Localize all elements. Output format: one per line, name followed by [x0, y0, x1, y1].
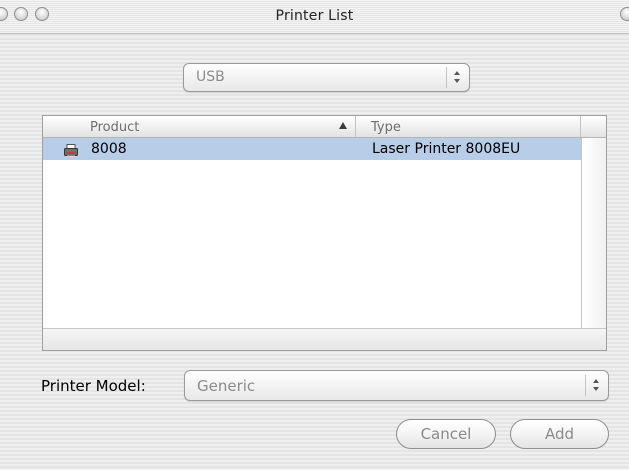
- horizontal-scrollbar[interactable]: [43, 328, 606, 350]
- column-header-corner: [581, 116, 606, 137]
- stepper-down-arrow-icon: [593, 387, 599, 391]
- printer-icon: [64, 142, 78, 157]
- add-button[interactable]: Add: [510, 419, 609, 449]
- stepper-up-arrow-icon: [454, 71, 460, 75]
- connection-type-popup[interactable]: USB: [183, 63, 470, 92]
- printer-list-window: Printer List USB Product Type 8008 Laser…: [0, 0, 629, 470]
- stepper-up-arrow-icon: [593, 379, 599, 383]
- title-bar[interactable]: Printer List: [0, 0, 629, 34]
- cancel-button[interactable]: Cancel: [396, 419, 496, 449]
- type-cell: Laser Printer 8008EU: [372, 141, 521, 157]
- column-header-type[interactable]: Type: [356, 116, 581, 137]
- toolbar-toggle-button[interactable]: [620, 7, 629, 21]
- connection-type-value: USB: [196, 69, 225, 85]
- popup-stepper-icon: [585, 375, 607, 396]
- stepper-down-arrow-icon: [454, 79, 460, 83]
- printer-model-popup[interactable]: Generic: [184, 370, 609, 401]
- printer-model-label: Printer Model:: [41, 377, 146, 395]
- product-cell: 8008: [91, 141, 127, 157]
- window-title: Printer List: [275, 8, 354, 24]
- sort-ascending-icon: [339, 122, 347, 129]
- printer-model-value: Generic: [197, 377, 256, 395]
- column-header-product[interactable]: Product: [43, 116, 356, 137]
- popup-stepper-icon: [446, 67, 468, 88]
- vertical-scrollbar[interactable]: [581, 138, 606, 328]
- printer-table[interactable]: Product Type 8008 Laser Printer 8008EU: [42, 115, 607, 351]
- table-header: Product Type: [43, 116, 606, 138]
- table-row[interactable]: 8008 Laser Printer 8008EU: [43, 138, 581, 160]
